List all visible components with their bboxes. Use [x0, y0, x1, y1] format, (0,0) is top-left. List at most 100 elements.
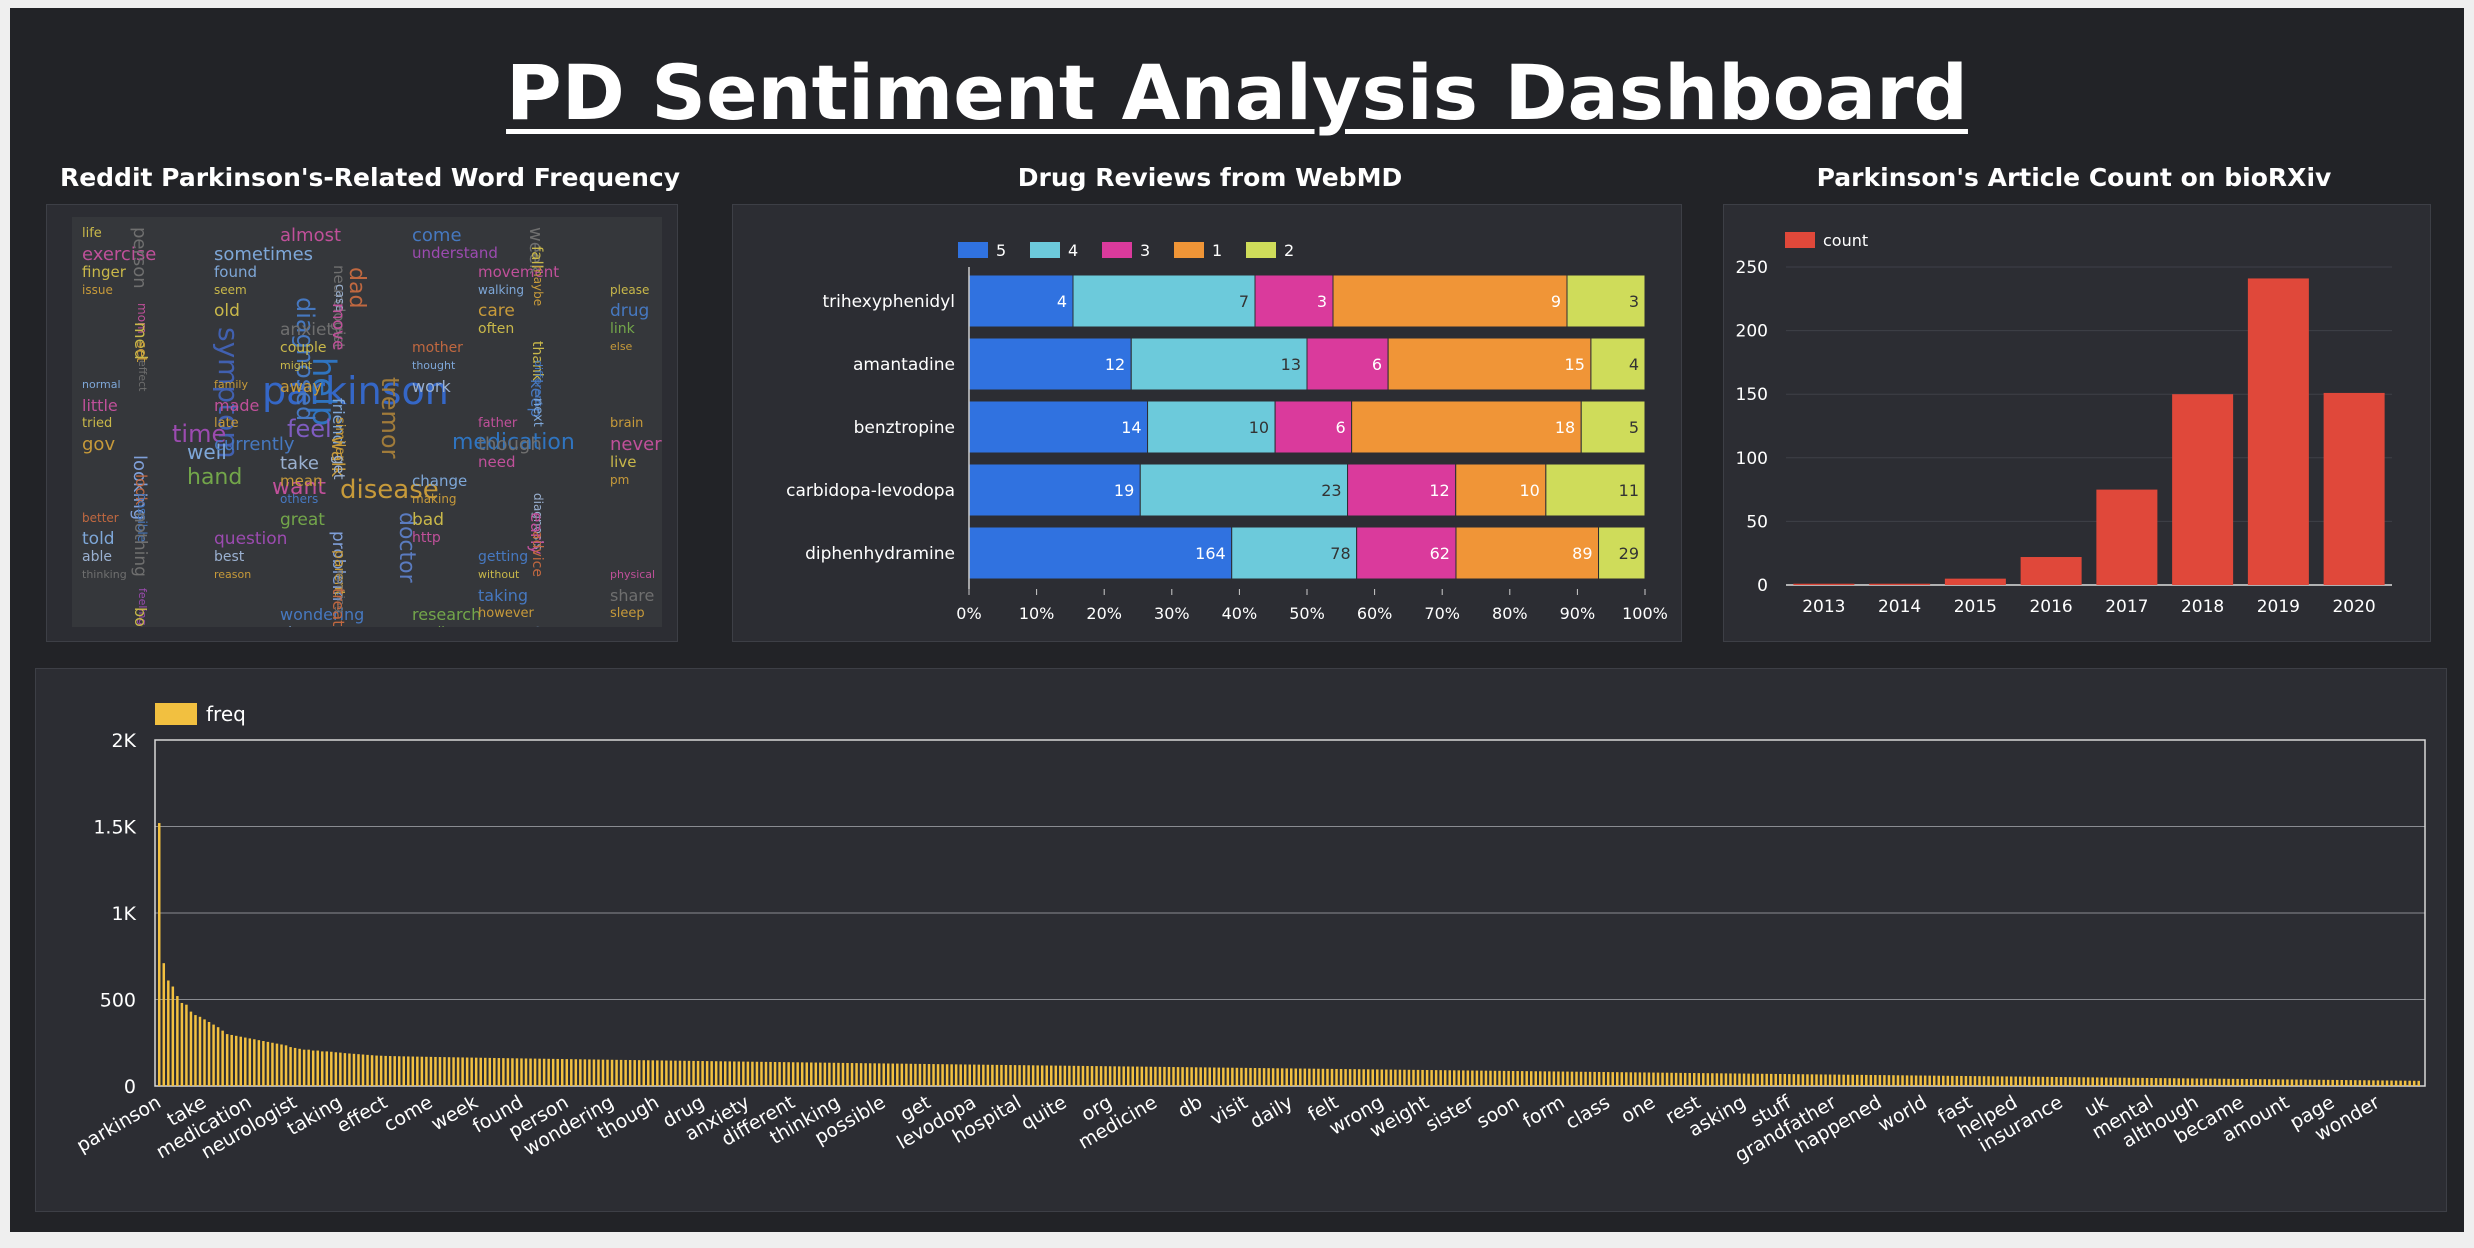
bar — [782, 1062, 786, 1086]
bar — [1724, 1073, 1728, 1086]
word-frequency-chart: freq05001K1.5K2Kparkinsontakemedicationn… — [73, 702, 2426, 1167]
word-cloud-word: treatment — [329, 588, 348, 627]
bar — [1973, 1076, 1977, 1086]
bar — [366, 1054, 369, 1086]
bar — [162, 963, 166, 1086]
bar — [198, 1016, 202, 1086]
category-label: trihexyphenidyl — [822, 292, 955, 312]
data-label: 6 — [1335, 418, 1345, 437]
bar — [628, 1060, 632, 1086]
word-cloud-word: though — [478, 434, 542, 455]
data-label: 9 — [1551, 292, 1561, 311]
bar — [1602, 1072, 1605, 1086]
bar — [1394, 1069, 1397, 1086]
bar — [2086, 1077, 2090, 1086]
bar — [945, 1064, 949, 1086]
bar — [678, 1060, 682, 1086]
bar — [787, 1062, 790, 1086]
word-cloud-word: family — [214, 378, 248, 391]
x-tick-label: sister — [1422, 1091, 1478, 1136]
word-cloud-word: body — [131, 607, 150, 627]
data-label: 164 — [1195, 544, 1226, 563]
bar — [1425, 1070, 1429, 1086]
bar — [932, 1064, 935, 1086]
x-tick-label: 30% — [1154, 604, 1190, 623]
bar — [2295, 1079, 2298, 1086]
bar — [2114, 1077, 2117, 1086]
bar — [1366, 1069, 1370, 1086]
bar — [411, 1056, 415, 1086]
bar — [1955, 1075, 1959, 1086]
bar — [484, 1057, 487, 1086]
bar — [2268, 1079, 2271, 1086]
bar — [583, 1059, 587, 1086]
bar — [900, 1063, 904, 1086]
bar — [357, 1054, 360, 1086]
word-cloud-word: brain — [610, 416, 644, 431]
word-cloud-word: nothing — [130, 512, 150, 577]
bar — [1738, 1073, 1741, 1086]
bar — [425, 1056, 428, 1086]
bar — [538, 1058, 541, 1086]
bar — [1588, 1071, 1592, 1086]
bar — [1511, 1070, 1515, 1086]
y-tick-label: 0 — [1757, 576, 1768, 596]
word-cloud-word: understand — [412, 244, 498, 262]
bar — [2277, 1079, 2280, 1086]
bar — [1846, 1074, 1850, 1086]
bar — [1022, 1065, 1026, 1086]
bar — [891, 1063, 895, 1086]
bar — [1819, 1074, 1823, 1086]
bar — [456, 1057, 460, 1086]
bar — [2290, 1079, 2294, 1086]
bar — [968, 1064, 972, 1086]
bar — [592, 1059, 596, 1086]
bar — [176, 996, 179, 1086]
bar — [2335, 1079, 2339, 1086]
bar — [2263, 1079, 2267, 1086]
bar — [506, 1058, 510, 1086]
bar — [1403, 1069, 1406, 1086]
word-cloud-word: issue — [82, 283, 113, 297]
bar — [570, 1059, 573, 1086]
bar — [1312, 1068, 1316, 1086]
bar — [1240, 1067, 1243, 1086]
bar — [800, 1062, 804, 1086]
wordcloud-panel: parkinson help symptom time disease feel medic… — [46, 204, 678, 642]
bar — [1616, 1072, 1619, 1086]
bar — [2172, 1078, 2176, 1086]
bar — [1579, 1071, 1583, 1086]
bar — [2204, 1078, 2208, 1086]
bar — [687, 1060, 691, 1086]
bar — [714, 1061, 718, 1086]
bar — [2059, 1077, 2063, 1086]
bar — [1480, 1070, 1483, 1086]
bar — [2154, 1078, 2158, 1086]
bar — [1996, 1076, 1999, 1086]
bar — [321, 1051, 324, 1086]
word-cloud-word: never — [610, 434, 662, 455]
bar — [2254, 1079, 2257, 1086]
bar — [1140, 1066, 1144, 1086]
word-cloud-word: best — [214, 549, 245, 565]
bar — [234, 1035, 238, 1086]
x-tick-label: form — [1519, 1091, 1568, 1132]
bar — [2163, 1078, 2167, 1086]
bar — [2200, 1078, 2203, 1086]
y-tick-label: 50 — [1746, 512, 1768, 532]
bar — [1842, 1074, 1845, 1086]
bar — [2019, 1076, 2022, 1086]
bar — [1516, 1071, 1519, 1086]
data-label: 12 — [1429, 481, 1449, 500]
bar — [1000, 1064, 1003, 1086]
bar — [2123, 1077, 2126, 1086]
legend-label-4: 4 — [1068, 241, 1078, 260]
bar — [1566, 1071, 1569, 1086]
word-cloud-word: reason — [214, 568, 252, 581]
bar — [977, 1064, 981, 1086]
bar — [728, 1061, 732, 1086]
bar — [461, 1057, 464, 1086]
word-cloud-word: mean — [280, 472, 323, 490]
bar — [642, 1060, 645, 1086]
bar — [280, 1044, 283, 1086]
